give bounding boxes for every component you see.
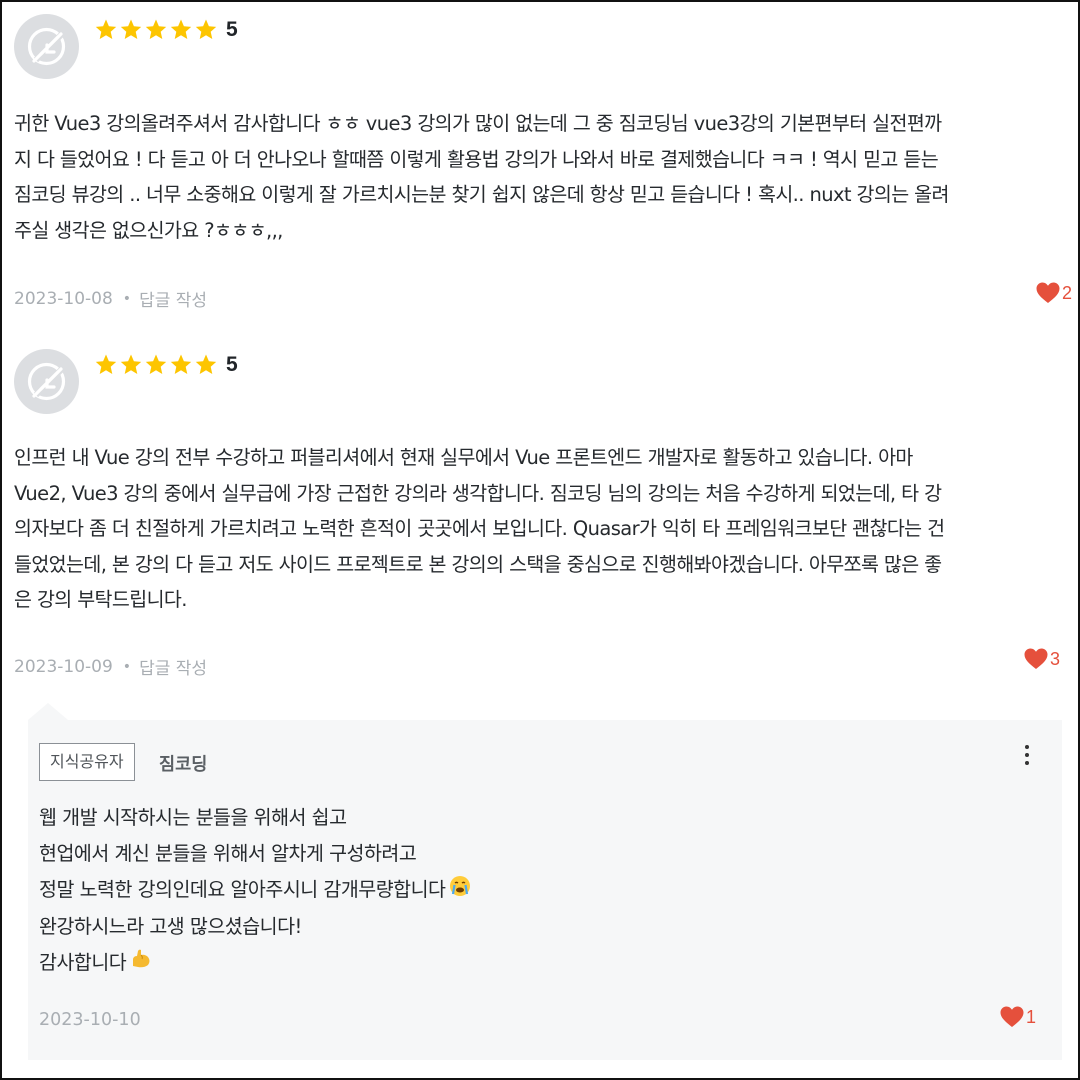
- review-line: 의자보다 좀 더 친절하게 가르치려고 노력한 흔적이 곳곳에서 보입니다. Q…: [14, 517, 945, 540]
- heart-icon: [1000, 1006, 1024, 1027]
- star-icon: [195, 19, 217, 39]
- reply-line: 웹 개발 시작하시는 분들을 위해서 쉽고: [39, 806, 347, 829]
- review-date: 2023-10-08: [14, 288, 113, 309]
- review-meta: 2023-10-09 • 답글 작성: [14, 654, 207, 680]
- review-line: 은 강의 부탁드립니다.: [14, 588, 187, 611]
- reply-line: 감사합니다: [39, 945, 471, 982]
- separator-dot: •: [122, 290, 132, 307]
- review-date: 2023-10-09: [14, 656, 113, 677]
- star-icon: [120, 19, 142, 39]
- star-icon: [145, 354, 167, 374]
- star-icon: [170, 19, 192, 39]
- reply-author[interactable]: 짐코딩: [159, 751, 207, 776]
- like-button[interactable]: 1: [1000, 1006, 1036, 1028]
- rating: 5: [94, 18, 238, 42]
- star-icon: [120, 354, 142, 374]
- star-icon: [145, 19, 167, 39]
- more-options-icon[interactable]: [1020, 745, 1034, 771]
- default-avatar-icon: [27, 27, 66, 66]
- like-count: 2: [1061, 282, 1072, 303]
- review-line: 주실 생각은 없으신가요 ?ㅎㅎㅎ,,,: [14, 218, 283, 242]
- reply-line-text: 정말 노력한 강의인데요 알아주시니 감개무량합니다: [39, 878, 446, 901]
- review-item: 5 귀한 Vue3 강의올려주셔서 감사합니다 ㅎㅎ vue3 강의가 많이 없…: [14, 14, 1072, 314]
- like-count: 3: [1049, 648, 1060, 669]
- reply-line-text: 감사합니다: [39, 950, 127, 974]
- review-line: 지 다 들었어요 ! 다 듣고 아 더 안나오나 할때쯤 이렇게 활용법 강의가…: [14, 147, 939, 171]
- review-body: 귀한 Vue3 강의올려주셔서 감사합니다 ㅎㅎ vue3 강의가 많이 없는데…: [14, 106, 1074, 248]
- heart-icon: [1036, 282, 1060, 303]
- avatar[interactable]: [14, 349, 79, 414]
- instructor-badge: 지식공유자: [39, 743, 135, 781]
- reply-body: 웹 개발 시작하시는 분들을 위해서 쉽고 현업에서 계신 분들을 위해서 알차…: [39, 800, 471, 981]
- reply-pointer: [28, 703, 68, 720]
- like-button[interactable]: 2: [1036, 282, 1072, 304]
- reply-line: 완강하시느라 고생 많으셨습니다!: [39, 914, 302, 938]
- star-icon: [95, 354, 117, 374]
- review-line: 귀한 Vue3 강의올려주셔서 감사합니다 ㅎㅎ vue3 강의가 많이 없는데…: [14, 112, 942, 135]
- review-line: 인프런 내 Vue 강의 전부 수강하고 퍼블리셔에서 현재 실무에서 Vue …: [14, 446, 913, 469]
- like-count: 1: [1025, 1006, 1036, 1027]
- reply-line: 정말 노력한 강의인데요 알아주시니 감개무량합니다: [39, 872, 471, 909]
- review-meta: 2023-10-08 • 답글 작성: [14, 286, 207, 312]
- review-line: 짐코딩 뷰강의 .. 너무 소중해요 이렇게 잘 가르치시는분 찾기 쉽지 않은…: [14, 183, 949, 206]
- like-button[interactable]: 3: [1024, 648, 1060, 670]
- separator-dot: •: [122, 658, 132, 675]
- star-icon: [195, 354, 217, 374]
- star-rating: [94, 353, 218, 377]
- rating: 5: [94, 353, 238, 377]
- review-line: 들었었는데, 본 강의 다 듣고 저도 사이드 프로젝트로 본 강의의 스택을 …: [14, 552, 942, 576]
- write-reply-link[interactable]: 답글 작성: [139, 654, 207, 679]
- default-avatar-icon: [27, 362, 66, 401]
- rating-score: 5: [226, 353, 238, 376]
- review-body: 인프런 내 Vue 강의 전부 수강하고 퍼블리셔에서 현재 실무에서 Vue …: [14, 440, 1074, 618]
- reply-line: 현업에서 계신 분들을 위해서 알차게 구성하려고: [39, 842, 417, 865]
- crying-face-icon: [449, 873, 471, 909]
- rating-score: 5: [226, 18, 238, 41]
- heart-icon: [1024, 648, 1048, 669]
- star-rating: [94, 18, 218, 42]
- star-icon: [170, 354, 192, 374]
- write-reply-link[interactable]: 답글 작성: [139, 286, 207, 311]
- flexed-biceps-icon: [130, 945, 152, 981]
- review-item: 5 인프런 내 Vue 강의 전부 수강하고 퍼블리셔에서 현재 실무에서 Vu…: [14, 349, 1066, 689]
- star-icon: [95, 19, 117, 39]
- avatar[interactable]: [14, 14, 79, 79]
- instructor-reply: 지식공유자 짐코딩 웹 개발 시작하시는 분들을 위해서 쉽고 현업에서 계신 …: [28, 720, 1062, 1060]
- reply-date: 2023-10-10: [39, 1010, 141, 1030]
- review-line: Vue2, Vue3 강의 중에서 실무급에 가장 근접한 강의라 생각합니다.…: [14, 481, 942, 505]
